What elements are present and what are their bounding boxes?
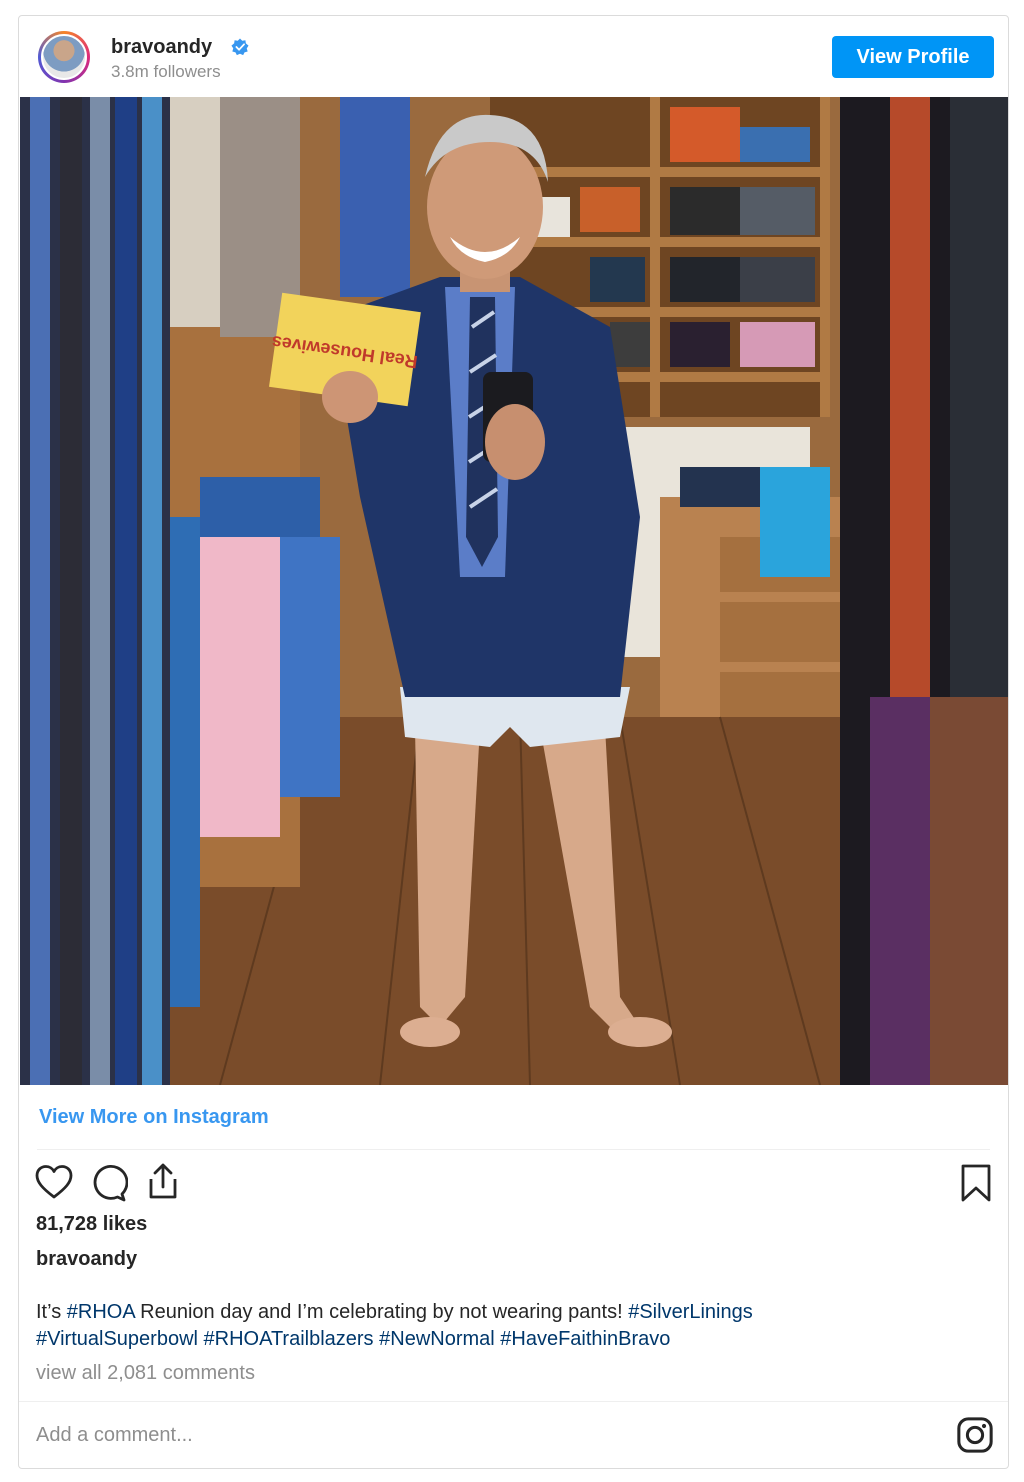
share-icon[interactable] (143, 1161, 183, 1201)
divider (37, 1149, 990, 1150)
divider (19, 1401, 1008, 1402)
view-more-link[interactable]: View More on Instagram (39, 1106, 269, 1129)
add-comment-input[interactable]: Add a comment... (36, 1424, 193, 1447)
hashtag-rhoatrailblazers[interactable]: #RHOATrailblazers (204, 1328, 374, 1350)
heart-icon[interactable] (34, 1163, 74, 1203)
verified-badge-icon (231, 38, 249, 56)
comment-icon[interactable] (88, 1163, 128, 1203)
instagram-icon[interactable] (956, 1416, 994, 1454)
view-all-comments-link[interactable]: view all 2,081 comments (36, 1362, 255, 1385)
hashtag-newnormal[interactable]: #NewNormal (379, 1328, 495, 1350)
follower-count: 3.8m followers (111, 62, 221, 81)
caption-text-2: Reunion day and I’m celebrating by not w… (134, 1301, 629, 1323)
hashtag-virtualsuperbowl[interactable]: #VirtualSuperbowl (36, 1328, 198, 1350)
post-header: bravoandy 3.8m followers View Profile (19, 16, 1008, 96)
post-photo[interactable]: Real Housewives (20, 97, 1008, 1085)
post-caption: It’s #RHOA Reunion day and I’m celebrati… (36, 1299, 966, 1353)
caption-text-1: It’s (36, 1301, 67, 1323)
bookmark-icon[interactable] (956, 1163, 996, 1203)
hashtag-havefaithinbravo[interactable]: #HaveFaithinBravo (500, 1328, 670, 1350)
closet-selfie-image: Real Housewives (20, 97, 1008, 1085)
avatar[interactable] (38, 31, 90, 83)
view-profile-button[interactable]: View Profile (832, 36, 994, 78)
username[interactable]: bravoandy (111, 36, 212, 59)
instagram-embed-card: bravoandy 3.8m followers View Profile Re… (18, 15, 1009, 1469)
like-count[interactable]: 81,728 likes (36, 1213, 147, 1236)
hashtag-rhoa[interactable]: #RHOA (67, 1301, 135, 1323)
caption-username[interactable]: bravoandy (36, 1248, 137, 1271)
hashtag-silverlinings[interactable]: #SilverLinings (628, 1301, 753, 1323)
avatar-image (41, 34, 87, 80)
